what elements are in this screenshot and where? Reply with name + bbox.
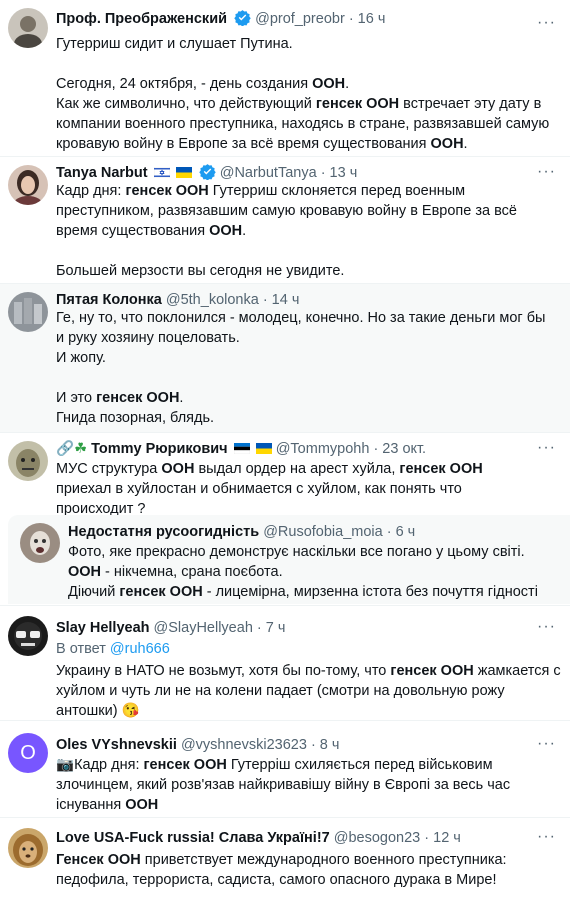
israel-flag-icon xyxy=(153,167,170,178)
timestamp[interactable]: · 13 ч xyxy=(321,165,358,181)
tweet-text: Гутерриш сидит и слушает Путина. Сегодня… xyxy=(56,36,550,152)
tweet-text: Генсек ООН приветствует международного в… xyxy=(56,852,507,888)
timestamp[interactable]: · 6 ч xyxy=(387,524,416,540)
avatar[interactable] xyxy=(8,292,48,332)
author-name[interactable]: Пятая Колонка xyxy=(56,292,162,308)
timestamp[interactable]: · 16 ч xyxy=(349,11,386,27)
author-handle[interactable]: @SlayHellyeah xyxy=(154,620,253,636)
shamrock-emoji-icon: ☘ xyxy=(74,441,88,457)
author-name[interactable]: Oles VYshnevskii xyxy=(56,737,177,753)
more-options-icon[interactable]: ··· xyxy=(537,14,556,32)
author-handle[interactable]: @vyshnevski23623 xyxy=(181,737,307,753)
timestamp[interactable]: · 14 ч xyxy=(263,292,300,308)
link-emoji-icon: 🔗 xyxy=(56,441,75,457)
author-name[interactable]: Проф. Преображенский xyxy=(56,11,227,27)
camera-emoji-icon: 📷 xyxy=(56,757,75,773)
tweet-text: Ге, ну то, что поклонился - молодец, кон… xyxy=(56,310,546,426)
author-handle[interactable]: @Rusofobia_moia xyxy=(263,524,383,540)
avatar[interactable]: O xyxy=(8,733,48,773)
tweet-8[interactable]: Love USA-Fuck russia! Слава Україні!7 @b… xyxy=(0,818,570,900)
tweet-5[interactable]: Недостатня русоогидність @Rusofobia_moia… xyxy=(8,515,570,604)
verified-badge-icon xyxy=(198,164,216,180)
timestamp[interactable]: · 7 ч xyxy=(257,620,286,636)
more-options-icon[interactable]: ··· xyxy=(537,439,556,457)
author-handle[interactable]: @prof_preobr xyxy=(255,11,345,27)
ukraine-flag-icon xyxy=(175,167,192,178)
more-options-icon[interactable]: ··· xyxy=(537,618,556,636)
tweet-text: Фото, яке прекрасно демонструє наскільки… xyxy=(68,544,538,600)
avatar[interactable] xyxy=(20,523,60,563)
estonia-flag-icon xyxy=(233,443,250,454)
tweet-3[interactable]: Пятая Колонка @5th_kolonka · 14 ч Ге, ну… xyxy=(0,284,570,432)
avatar[interactable] xyxy=(8,8,48,48)
author-name[interactable]: Tommy Рюрикович xyxy=(91,441,228,457)
tweet-2[interactable]: Tanya Narbut @NarbutTanya · 13 ч ··· Кад… xyxy=(0,157,570,283)
more-options-icon[interactable]: ··· xyxy=(537,163,556,181)
author-name[interactable]: Slay Hellyeah xyxy=(56,620,150,636)
tweet-4[interactable]: 🔗☘ Tommy Рюрикович @Tommypohh · 23 окт. … xyxy=(0,433,570,517)
author-name[interactable]: Недостатня русоогидність xyxy=(68,524,259,540)
ukraine-flag-icon xyxy=(255,443,272,454)
timestamp[interactable]: · 12 ч xyxy=(424,830,461,846)
tweet-text: МУС структура ООН выдал ордер на арест х… xyxy=(56,461,483,517)
reply-to-link[interactable]: @ruh666 xyxy=(110,641,170,657)
avatar[interactable] xyxy=(8,616,48,656)
avatar[interactable] xyxy=(8,165,48,205)
author-name[interactable]: Tanya Narbut xyxy=(56,165,148,181)
tweet-7[interactable]: O Oles VYshnevskii @vyshnevski23623 · 8 … xyxy=(0,721,570,817)
timestamp[interactable]: · 23 окт. xyxy=(373,441,426,457)
avatar[interactable] xyxy=(8,828,48,868)
author-handle[interactable]: @NarbutTanya xyxy=(220,165,317,181)
tweet-text: Кадр дня: генсек ООН Гутерриш склоняется… xyxy=(56,183,517,279)
author-name[interactable]: Love USA-Fuck russia! Слава Україні!7 xyxy=(56,830,330,846)
kiss-emoji-icon: 😘 xyxy=(121,703,140,719)
avatar[interactable] xyxy=(8,441,48,481)
author-handle[interactable]: @besogon23 xyxy=(334,830,420,846)
verified-badge-icon xyxy=(234,10,251,26)
author-handle[interactable]: @5th_kolonka xyxy=(166,292,259,308)
reply-to-line: В ответ @ruh666 xyxy=(56,641,170,657)
more-options-icon[interactable]: ··· xyxy=(537,735,556,753)
avatar-letter: O xyxy=(20,742,36,764)
author-handle[interactable]: @Tommypohh xyxy=(276,441,370,457)
timestamp[interactable]: · 8 ч xyxy=(311,737,340,753)
tweet-1[interactable]: Проф. Преображенский @prof_preobr · 16 ч… xyxy=(0,0,570,156)
tweet-text: Украину в НАТО не возьмут, хотя бы по-то… xyxy=(56,663,561,719)
tweet-6[interactable]: Slay Hellyeah @SlayHellyeah · 7 ч ··· В … xyxy=(0,606,570,720)
tweet-text: 📷Кадр дня: генсек ООН Гутерріш схиляєтьс… xyxy=(56,757,511,813)
more-options-icon[interactable]: ··· xyxy=(537,828,556,846)
